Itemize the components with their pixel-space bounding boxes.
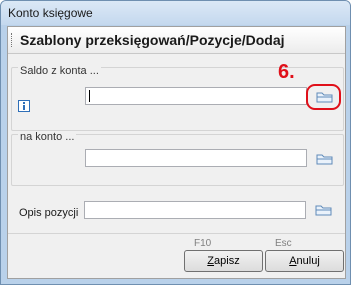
folder-icon[interactable]	[315, 151, 335, 167]
window-title: Konto księgowe	[8, 6, 93, 20]
dialog-window: Konto księgowe Szablony przeksięgowań/Po…	[0, 0, 351, 285]
save-hotkey-label: F10	[194, 238, 212, 249]
opis-pozycji-input[interactable]	[84, 201, 306, 219]
opis-pozycji-label: Opis pozycji	[19, 207, 79, 219]
grip-handle-icon	[11, 33, 15, 47]
folder-icon[interactable]	[314, 202, 334, 218]
na-konto-account-input[interactable]	[85, 149, 307, 167]
annotation-number: 6.	[278, 61, 295, 83]
na-konto-group-label: na konto ...	[18, 131, 77, 143]
cancel-hotkey-label: Esc	[275, 238, 292, 249]
header-strip: Szablony przeksięgowań/Pozycje/Dodaj	[8, 27, 345, 54]
saldo-account-input[interactable]	[85, 87, 307, 105]
info-icon[interactable]	[18, 99, 30, 112]
button-bar: F10 Esc Zapisz Anuluj	[8, 233, 345, 278]
saldo-group-label: Saldo z konta ...	[18, 65, 101, 77]
cancel-button[interactable]: Anuluj	[265, 250, 344, 272]
na-konto-group: na konto ...	[11, 131, 344, 186]
annotation-highlight-ring	[306, 84, 341, 110]
title-bar[interactable]: Konto księgowe	[1, 1, 350, 25]
page-title: Szablony przeksięgowań/Pozycje/Dodaj	[20, 32, 285, 48]
save-button[interactable]: Zapisz	[184, 250, 263, 272]
text-caret	[89, 90, 90, 102]
dialog-client-area: Szablony przeksięgowań/Pozycje/Dodaj Sal…	[7, 26, 346, 279]
